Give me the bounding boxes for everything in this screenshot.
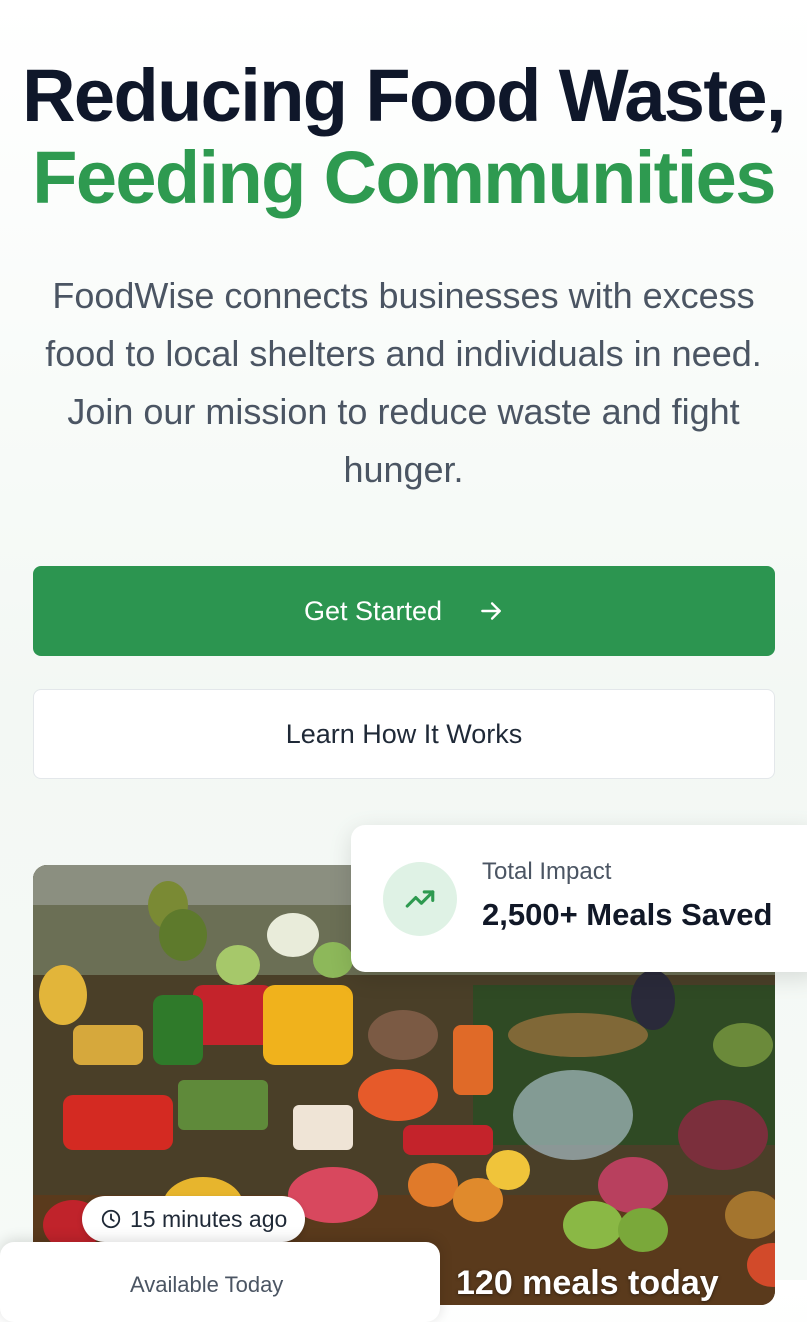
availability-card: Available Today	[0, 1242, 440, 1322]
time-badge-text: 15 minutes ago	[130, 1205, 288, 1232]
learn-how-label: Learn How It Works	[285, 718, 523, 749]
hero-description: FoodWise connects businesses with excess…	[45, 275, 762, 490]
hero-title-accent: Feeding Communities	[32, 136, 776, 219]
hero-title-line1: Reducing Food Waste,	[22, 54, 786, 137]
hero-title: Reducing Food Waste, Feeding Communities	[0, 55, 807, 219]
get-started-label: Get Started	[303, 595, 443, 626]
impact-value: 2,500+ Meals Saved	[482, 897, 773, 932]
total-impact-card: Total Impact 2,500+ Meals Saved	[351, 825, 807, 972]
time-badge: 15 minutes ago	[82, 1196, 306, 1242]
arrow-right-icon	[478, 598, 504, 624]
clock-icon	[100, 1208, 122, 1230]
get-started-button[interactable]: Get Started	[33, 566, 775, 656]
trending-up-icon	[383, 862, 457, 936]
impact-label: Total Impact	[482, 858, 612, 885]
availability-card-label: Available Today	[130, 1272, 284, 1297]
meals-today-text: 120 meals today	[456, 1264, 719, 1302]
learn-how-it-works-button[interactable]: Learn How It Works	[33, 689, 775, 779]
